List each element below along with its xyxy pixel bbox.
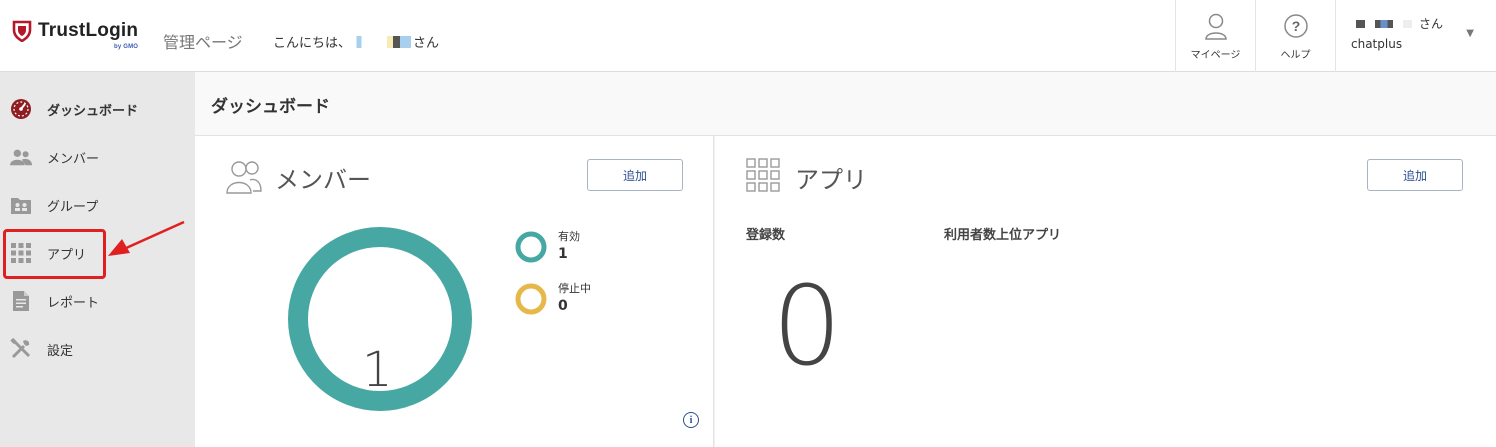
group-icon xyxy=(10,194,32,216)
add-app-button[interactable]: 追加 xyxy=(1367,159,1463,191)
sidebar-item-dashboard[interactable]: ダッシュボード xyxy=(0,89,195,129)
report-icon xyxy=(10,290,32,312)
logo[interactable]: TrustLogin by GMO xyxy=(12,20,139,50)
top-apps-label: 利用者数上位アプリ xyxy=(944,228,1062,243)
greeting-prefix: こんにちは、 xyxy=(273,36,352,51)
redacted-name xyxy=(1375,19,1393,28)
redacted-name xyxy=(387,35,412,48)
user-display-name: さん xyxy=(1354,15,1443,32)
top-header: TrustLogin by GMO 管理ページ こんにちは、 さん マイページ … xyxy=(0,0,1496,72)
brand-name: TrustLogin by GMO xyxy=(38,20,139,50)
sidebar-label: レポート xyxy=(47,295,100,311)
user-icon xyxy=(1204,13,1227,40)
members-total: 1 xyxy=(362,342,393,398)
shield-logo-icon xyxy=(12,20,32,42)
sidebar-item-settings[interactable]: 設定 xyxy=(0,329,195,369)
apps-outline-grid-icon xyxy=(746,158,780,192)
redacted-name xyxy=(1356,19,1365,28)
settings-tools-icon xyxy=(10,338,32,360)
help-label: ヘルプ xyxy=(1280,50,1311,61)
sidebar-label: 設定 xyxy=(47,343,74,359)
main-content: ダッシュボード メンバー 追加 1 有効 1 停止中 0 アプリ 追加 登録数 … xyxy=(195,72,1496,447)
redacted-name xyxy=(1403,19,1412,28)
apps-title: アプリ xyxy=(795,166,867,194)
active-legend-ring-icon xyxy=(515,231,547,263)
members-icon xyxy=(10,146,32,168)
legend-active-label: 有効 xyxy=(558,230,580,243)
mypage-label: マイページ xyxy=(1190,50,1241,61)
apps-card: アプリ 追加 登録数 利用者数上位アプリ 0 xyxy=(715,136,1496,447)
members-outline-icon xyxy=(226,161,262,194)
redacted-name xyxy=(353,35,366,48)
legend-active-value: 1 xyxy=(558,246,568,262)
legend-suspended-label: 停止中 xyxy=(558,282,591,295)
svg-text:?: ? xyxy=(1291,18,1300,34)
sidebar-label: ダッシュボード xyxy=(47,103,139,119)
members-title: メンバー xyxy=(275,166,371,194)
brand-sub: by GMO xyxy=(113,44,139,50)
legend-suspended-value: 0 xyxy=(558,298,568,314)
members-card: メンバー 追加 1 有効 1 停止中 0 xyxy=(195,136,714,447)
sidebar-label: メンバー xyxy=(47,151,100,167)
sidebar-item-report[interactable]: レポート xyxy=(0,281,195,321)
greeting: こんにちは、 さん xyxy=(273,32,439,51)
annotation-highlight-box xyxy=(3,229,106,279)
suspended-legend-ring-icon xyxy=(515,283,547,315)
greeting-suffix: さん xyxy=(413,36,440,51)
sidebar-item-members[interactable]: メンバー xyxy=(0,137,195,177)
mypage-button[interactable]: マイページ xyxy=(1175,0,1255,72)
add-member-button[interactable]: 追加 xyxy=(587,159,683,191)
registered-count-value: 0 xyxy=(772,262,842,390)
page-header: ダッシュボード xyxy=(195,72,1496,136)
admin-page-label: 管理ページ xyxy=(163,33,243,52)
user-org: chatplus xyxy=(1351,37,1403,51)
page-title: ダッシュボード xyxy=(211,97,330,117)
help-button[interactable]: ? ヘルプ xyxy=(1255,0,1335,72)
user-menu[interactable]: さん chatplus ▼ xyxy=(1335,0,1496,72)
registered-count-label: 登録数 xyxy=(746,228,786,243)
user-suffix: さん xyxy=(1419,17,1444,31)
caret-down-icon[interactable]: ▼ xyxy=(1466,28,1474,39)
info-icon[interactable]: i xyxy=(683,412,699,428)
sidebar-label: グループ xyxy=(47,199,99,215)
help-question-icon: ? xyxy=(1283,14,1308,38)
dashboard-icon xyxy=(10,98,32,120)
annotation-arrow-icon xyxy=(108,220,185,256)
